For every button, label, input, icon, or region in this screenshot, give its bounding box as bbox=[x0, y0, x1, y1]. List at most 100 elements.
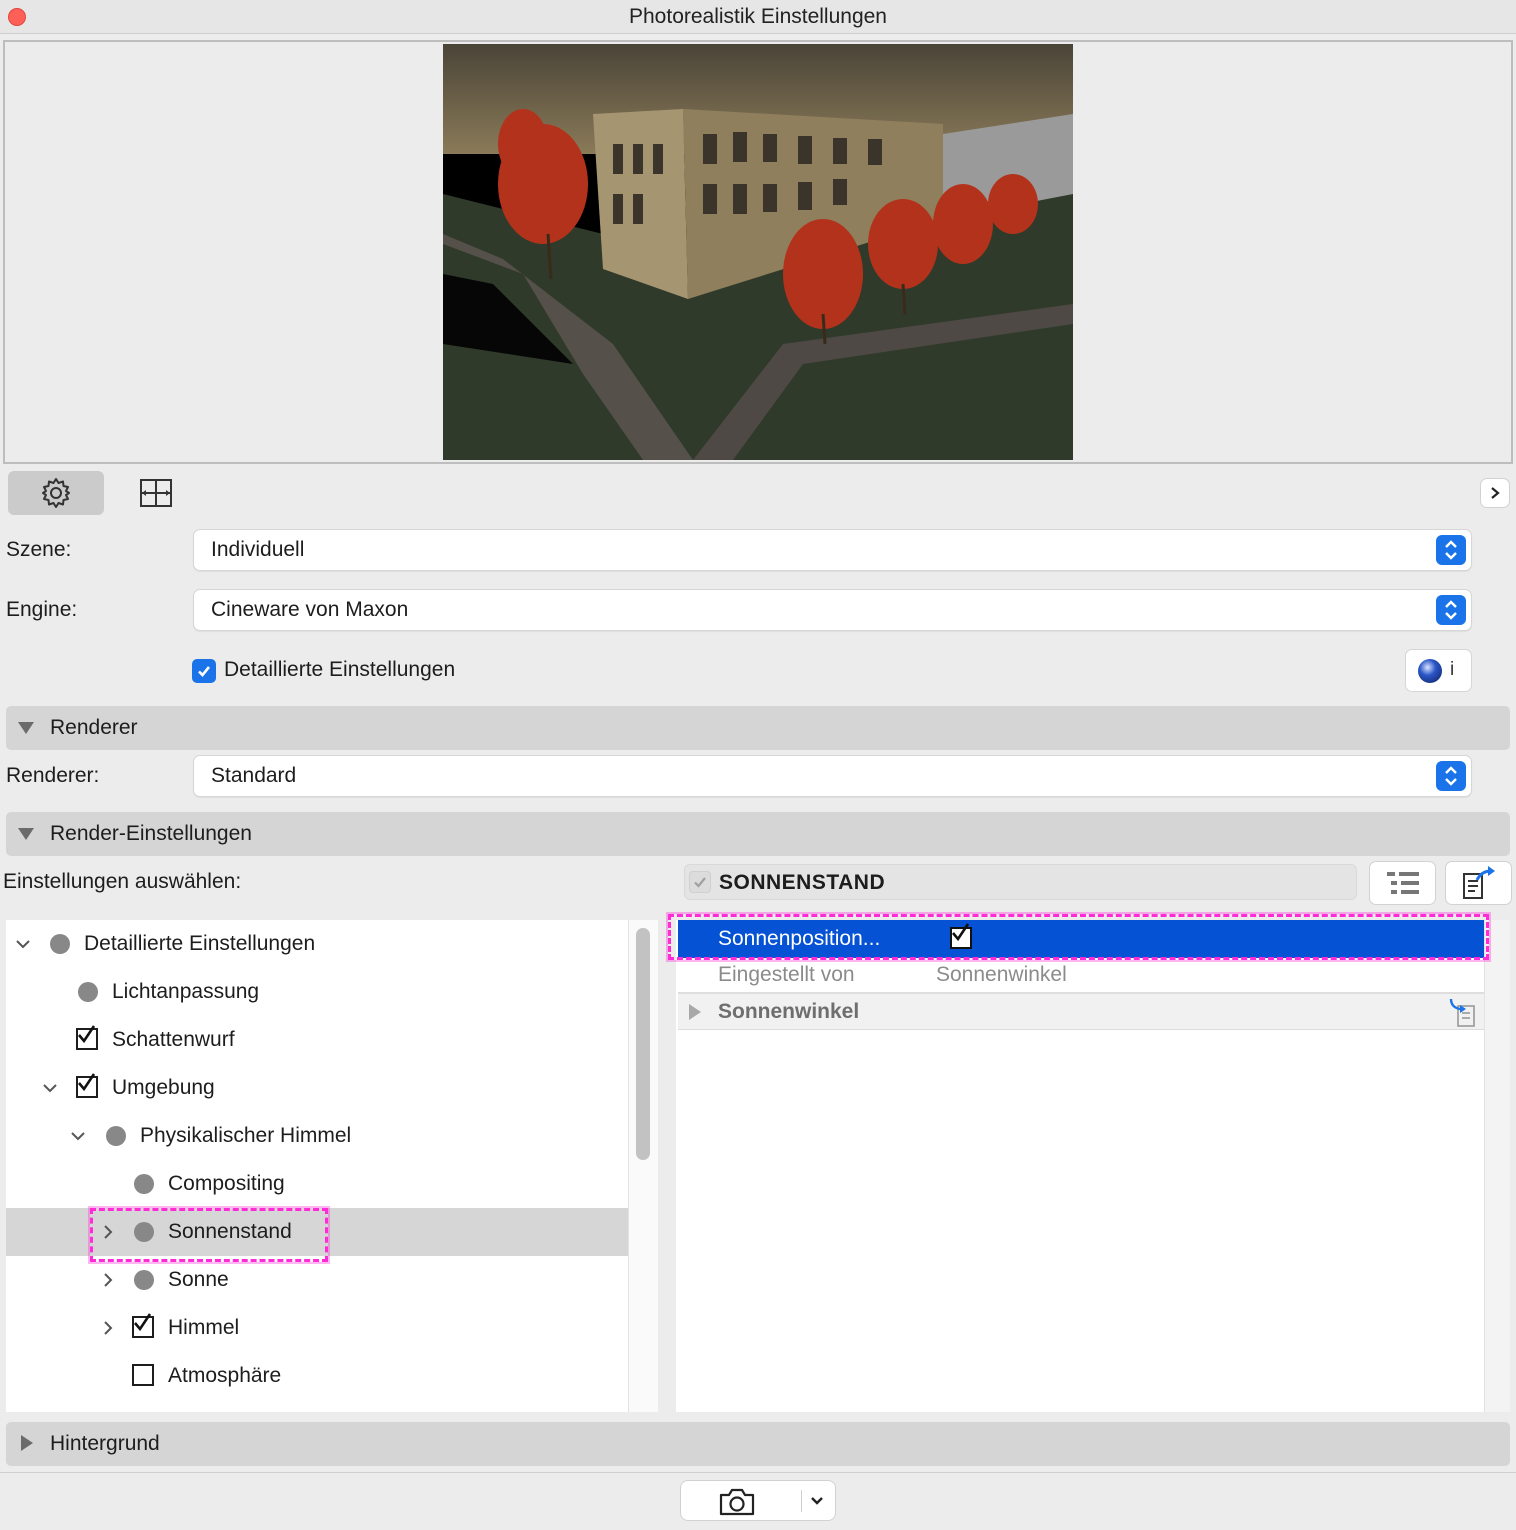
status-dot bbox=[78, 982, 98, 1002]
tree-item-label: Schattenwurf bbox=[112, 1028, 235, 1051]
chevron-right-icon bbox=[1491, 487, 1500, 499]
chevron-down-icon bbox=[71, 1132, 85, 1141]
select-stepper-icon bbox=[1436, 535, 1466, 565]
tree-item-label: Detaillierte Einstellungen bbox=[84, 932, 316, 955]
tree-item-detaillierte-einstellungen[interactable]: Detaillierte Einstellungen bbox=[6, 920, 628, 968]
tree-scrollbar[interactable] bbox=[628, 920, 658, 1412]
choose-settings-label: Einstellungen auswählen: bbox=[3, 870, 242, 893]
scrollbar-thumb[interactable] bbox=[636, 928, 650, 1160]
export-icon bbox=[1462, 866, 1495, 899]
renderer-section-title: Renderer bbox=[50, 716, 138, 739]
tree-checkbox-unchecked[interactable] bbox=[132, 1364, 154, 1386]
footer-divider bbox=[0, 1472, 1516, 1473]
renderer-section-header[interactable]: Renderer bbox=[6, 706, 1510, 750]
status-dot bbox=[50, 934, 70, 954]
renderer-value: Standard bbox=[211, 764, 297, 787]
list-tree-icon bbox=[1386, 872, 1419, 894]
selected-setting-header: SONNENSTAND bbox=[684, 864, 1357, 900]
properties-gutter bbox=[662, 920, 676, 1412]
status-dot bbox=[106, 1126, 126, 1146]
tree-item-physikalischer-himmel[interactable]: Physikalischer Himmel bbox=[6, 1112, 628, 1160]
status-dot bbox=[134, 1270, 154, 1290]
disclosure-down-icon bbox=[18, 828, 34, 840]
checkmark-icon bbox=[694, 877, 706, 888]
disclosure-right-icon bbox=[21, 1435, 33, 1451]
checkmark-icon bbox=[198, 666, 211, 677]
chevron-down-icon bbox=[43, 1084, 57, 1093]
render-settings-section-title: Render-Einstellungen bbox=[50, 822, 252, 845]
checkmark-icon bbox=[78, 1073, 96, 1092]
engine-select[interactable]: Cineware von Maxon bbox=[193, 589, 1472, 631]
settings-tree: Detaillierte Einstellungen Lichtanpassun… bbox=[6, 920, 628, 1412]
properties-right-gutter bbox=[1484, 920, 1510, 1412]
import-settings-icon[interactable] bbox=[1448, 996, 1478, 1028]
detailed-settings-label[interactable]: Detaillierte Einstellungen bbox=[224, 658, 455, 682]
properties-panel: Sonnenposition... Eingestellt von Sonnen… bbox=[662, 920, 1510, 1412]
info-label: i bbox=[1450, 659, 1455, 680]
export-settings-button[interactable] bbox=[1445, 861, 1512, 905]
engine-label: Engine: bbox=[6, 598, 78, 621]
title-bar: Photorealistik Einstellungen bbox=[0, 0, 1516, 34]
szene-select[interactable]: Individuell bbox=[193, 529, 1472, 571]
gear-icon bbox=[42, 478, 70, 508]
frame-size-icon bbox=[140, 479, 172, 507]
tree-checkbox-checked[interactable] bbox=[76, 1025, 98, 1050]
tree-item-label: Compositing bbox=[168, 1172, 285, 1195]
list-view-button[interactable] bbox=[1369, 861, 1436, 905]
chevron-down-icon bbox=[16, 940, 30, 949]
renderer-label: Renderer: bbox=[6, 764, 100, 787]
checkmark-icon bbox=[78, 1025, 96, 1044]
render-preview-area bbox=[3, 40, 1513, 464]
tree-item-lichtanpassung[interactable]: Lichtanpassung bbox=[6, 968, 628, 1016]
chevron-right-icon bbox=[104, 1321, 113, 1335]
header-checkbox bbox=[689, 871, 711, 893]
size-tab-button[interactable] bbox=[110, 471, 202, 515]
preview-image bbox=[443, 44, 1073, 460]
checkmark-icon bbox=[134, 1313, 152, 1332]
szene-label: Szene: bbox=[6, 538, 72, 561]
status-dot bbox=[134, 1174, 154, 1194]
settings-tab-button[interactable] bbox=[8, 471, 104, 515]
tree-item-label: Sonne bbox=[168, 1268, 229, 1291]
highlight-sonnenposition bbox=[668, 914, 1489, 960]
engine-value: Cineware von Maxon bbox=[211, 598, 409, 621]
tree-item-umgebung[interactable]: Umgebung bbox=[6, 1064, 628, 1112]
tree-checkbox-checked[interactable] bbox=[132, 1313, 154, 1338]
property-group-label: Sonnenwinkel bbox=[718, 1000, 860, 1023]
property-group-sonnenwinkel[interactable]: Sonnenwinkel bbox=[678, 994, 1484, 1030]
render-button[interactable] bbox=[680, 1480, 836, 1521]
property-value: Sonnenwinkel bbox=[936, 963, 1067, 986]
select-stepper-icon bbox=[1436, 595, 1466, 625]
disclosure-right-icon bbox=[689, 1004, 701, 1020]
tree-item-label: Physikalischer Himmel bbox=[140, 1124, 352, 1147]
tree-item-atmosphaere[interactable]: Atmosphäre bbox=[6, 1352, 628, 1400]
disclosure-down-icon bbox=[18, 722, 34, 734]
tree-item-schattenwurf[interactable]: Schattenwurf bbox=[6, 1016, 628, 1064]
tree-item-label: Lichtanpassung bbox=[112, 980, 260, 1003]
select-stepper-icon bbox=[1436, 761, 1466, 791]
camera-icon bbox=[719, 1488, 755, 1516]
tree-item-label: Himmel bbox=[168, 1316, 240, 1339]
property-label: Eingestellt von bbox=[718, 963, 855, 986]
detailed-settings-checkbox[interactable] bbox=[192, 659, 216, 683]
render-settings-section-header[interactable]: Render-Einstellungen bbox=[6, 812, 1510, 856]
cinema4d-logo-icon bbox=[1418, 659, 1442, 683]
tree-item-himmel[interactable]: Himmel bbox=[6, 1304, 628, 1352]
expand-panel-button[interactable] bbox=[1480, 478, 1510, 508]
property-row-eingestellt-von[interactable]: Eingestellt von Sonnenwinkel bbox=[678, 958, 1484, 994]
tree-item-label: Atmosphäre bbox=[168, 1364, 282, 1387]
szene-value: Individuell bbox=[211, 538, 305, 561]
hintergrund-section-title: Hintergrund bbox=[50, 1432, 160, 1455]
hintergrund-section-header[interactable]: Hintergrund bbox=[6, 1422, 1510, 1466]
cinema4d-info-button[interactable]: i bbox=[1405, 649, 1472, 692]
chevron-right-icon bbox=[104, 1273, 113, 1287]
button-divider bbox=[801, 1490, 802, 1512]
tree-item-sonne[interactable]: Sonne bbox=[6, 1256, 628, 1304]
highlight-sonnenstand bbox=[90, 1208, 328, 1262]
chevron-down-icon[interactable] bbox=[809, 1493, 825, 1509]
selected-setting-title: SONNENSTAND bbox=[719, 871, 886, 894]
tree-item-compositing[interactable]: Compositing bbox=[6, 1160, 628, 1208]
renderer-select[interactable]: Standard bbox=[193, 755, 1472, 797]
tree-item-label: Umgebung bbox=[112, 1076, 215, 1099]
tree-checkbox-checked[interactable] bbox=[76, 1073, 98, 1098]
